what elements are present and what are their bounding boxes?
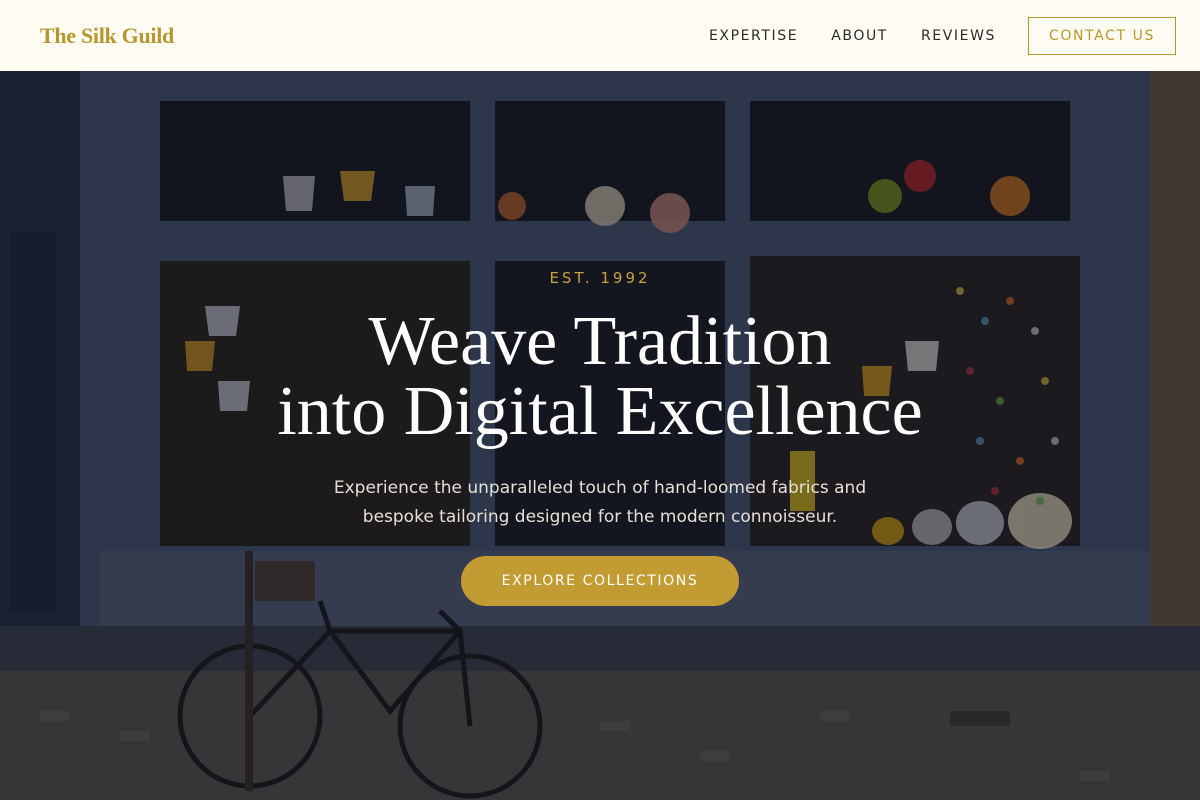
main-nav: EXPERTISE ABOUT REVIEWS CONTACT US [709, 16, 1176, 55]
hero-headline: Weave Tradition into Digital Excellence [0, 307, 1200, 447]
hero-headline-line-2: into Digital Excellence [277, 373, 923, 450]
hero-subtext-line-1: Experience the unparalleled touch of han… [333, 478, 867, 498]
nav-link-reviews[interactable]: REVIEWS [921, 28, 996, 44]
hero-subtext-line-2: bespoke tailoring designed for the moder… [362, 507, 838, 527]
hero-content: EST. 1992 Weave Tradition into Digital E… [0, 71, 1200, 800]
site-header: The Silk Guild EXPERTISE ABOUT REVIEWS C… [0, 0, 1200, 71]
hero-headline-line-1: Weave Tradition [368, 303, 832, 380]
brand-logo[interactable]: The Silk Guild [40, 23, 174, 49]
nav-link-about[interactable]: ABOUT [831, 28, 888, 44]
contact-us-button[interactable]: CONTACT US [1028, 16, 1176, 55]
nav-link-expertise[interactable]: EXPERTISE [709, 28, 798, 44]
explore-collections-button[interactable]: EXPLORE COLLECTIONS [461, 556, 739, 606]
established-label: EST. 1992 [549, 269, 651, 287]
hero-subtext: Experience the unparalleled touch of han… [0, 474, 1200, 532]
hero-section: EST. 1992 Weave Tradition into Digital E… [0, 71, 1200, 800]
